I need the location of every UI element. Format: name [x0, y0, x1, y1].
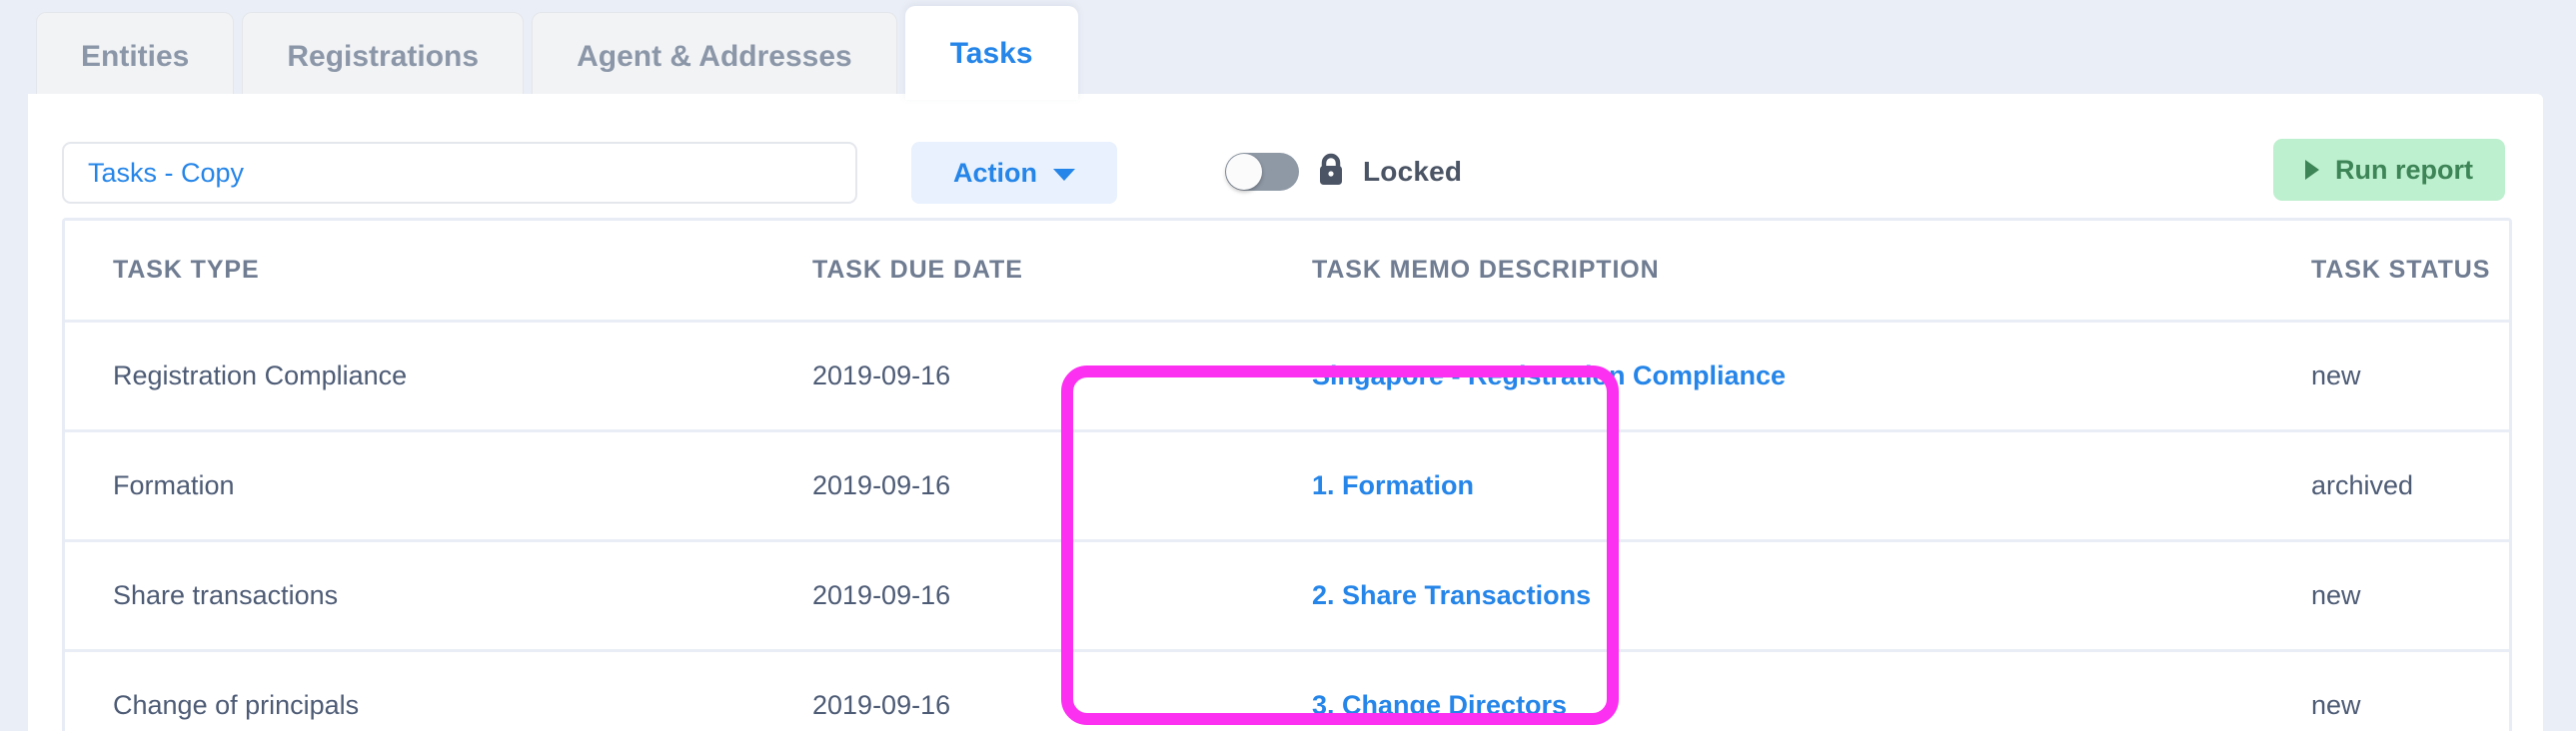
app-root: Entities Registrations Agent & Addresses… — [0, 0, 2576, 731]
run-report-button[interactable]: Run report — [2273, 139, 2505, 201]
tab-agent-addresses[interactable]: Agent & Addresses — [532, 12, 897, 100]
cell-task-memo-description: 2. Share Transactions — [1264, 540, 2263, 652]
task-memo-link[interactable]: Singapore - Registration Compliance — [1312, 361, 1786, 390]
tab-tasks[interactable]: Tasks — [904, 6, 1078, 100]
report-name-input[interactable] — [62, 142, 857, 204]
lock-toggle-knob — [1226, 154, 1262, 190]
cell-task-due-date: 2019-09-16 — [764, 430, 1264, 542]
task-memo-link[interactable]: 3. Change Directors — [1312, 690, 1567, 720]
tasks-table: TASK TYPE TASK DUE DATE TASK MEMO DESCRI… — [65, 221, 2509, 731]
play-icon — [2305, 160, 2319, 180]
column-header-task-memo-description[interactable]: TASK MEMO DESCRIPTION — [1264, 221, 2263, 323]
content-panel: Action Locked Run report — [28, 94, 2543, 731]
cell-task-status: new — [2263, 540, 2509, 652]
cell-task-due-date: 2019-09-16 — [764, 650, 1264, 731]
task-memo-link[interactable]: 1. Formation — [1312, 470, 1474, 500]
column-header-task-type[interactable]: TASK TYPE — [65, 221, 764, 323]
action-button[interactable]: Action — [911, 142, 1117, 204]
cell-task-memo-description: 1. Formation — [1264, 430, 2263, 542]
cell-task-memo-description: Singapore - Registration Compliance — [1264, 321, 2263, 432]
tasks-table-head: TASK TYPE TASK DUE DATE TASK MEMO DESCRI… — [65, 221, 2509, 323]
tab-registrations[interactable]: Registrations — [242, 12, 525, 100]
column-header-task-due-date[interactable]: TASK DUE DATE — [764, 221, 1264, 323]
cell-task-status: new — [2263, 650, 2509, 731]
report-toolbar: Action Locked Run report — [28, 94, 2543, 214]
tasks-table-body: Registration Compliance 2019-09-16 Singa… — [65, 321, 2509, 731]
cell-task-type: Formation — [65, 430, 764, 542]
cell-task-type: Share transactions — [65, 540, 764, 652]
run-report-label: Run report — [2335, 154, 2473, 185]
cell-task-type: Change of principals — [65, 650, 764, 731]
tab-registrations-label: Registrations — [287, 39, 480, 73]
tab-entities-label: Entities — [81, 39, 190, 73]
lock-toggle[interactable] — [1225, 153, 1299, 191]
tab-bar: Entities Registrations Agent & Addresses… — [28, 0, 2543, 100]
chevron-down-icon — [1053, 169, 1075, 181]
table-header-row: TASK TYPE TASK DUE DATE TASK MEMO DESCRI… — [65, 221, 2509, 323]
cell-task-due-date: 2019-09-16 — [764, 321, 1264, 432]
cell-task-status: archived — [2263, 430, 2509, 542]
cell-task-due-date: 2019-09-16 — [764, 540, 1264, 652]
cell-task-type: Registration Compliance — [65, 321, 764, 432]
lock-control-group: Locked — [1225, 141, 1462, 203]
lock-icon — [1317, 153, 1345, 192]
cell-task-status: new — [2263, 321, 2509, 432]
task-memo-link[interactable]: 2. Share Transactions — [1312, 580, 1591, 610]
tab-entities[interactable]: Entities — [36, 12, 235, 100]
action-button-label: Action — [953, 157, 1037, 188]
table-row[interactable]: Change of principals 2019-09-16 3. Chang… — [65, 650, 2509, 731]
table-row[interactable]: Share transactions 2019-09-16 2. Share T… — [65, 540, 2509, 652]
tab-tasks-label: Tasks — [949, 36, 1033, 70]
table-row[interactable]: Formation 2019-09-16 1. Formation archiv… — [65, 430, 2509, 542]
tab-agent-addresses-label: Agent & Addresses — [577, 39, 852, 73]
cell-task-memo-description: 3. Change Directors — [1264, 650, 2263, 731]
tasks-table-container: TASK TYPE TASK DUE DATE TASK MEMO DESCRI… — [62, 218, 2512, 731]
column-header-task-status[interactable]: TASK STATUS — [2263, 221, 2509, 323]
table-row[interactable]: Registration Compliance 2019-09-16 Singa… — [65, 321, 2509, 432]
lock-status-label: Locked — [1363, 156, 1463, 187]
